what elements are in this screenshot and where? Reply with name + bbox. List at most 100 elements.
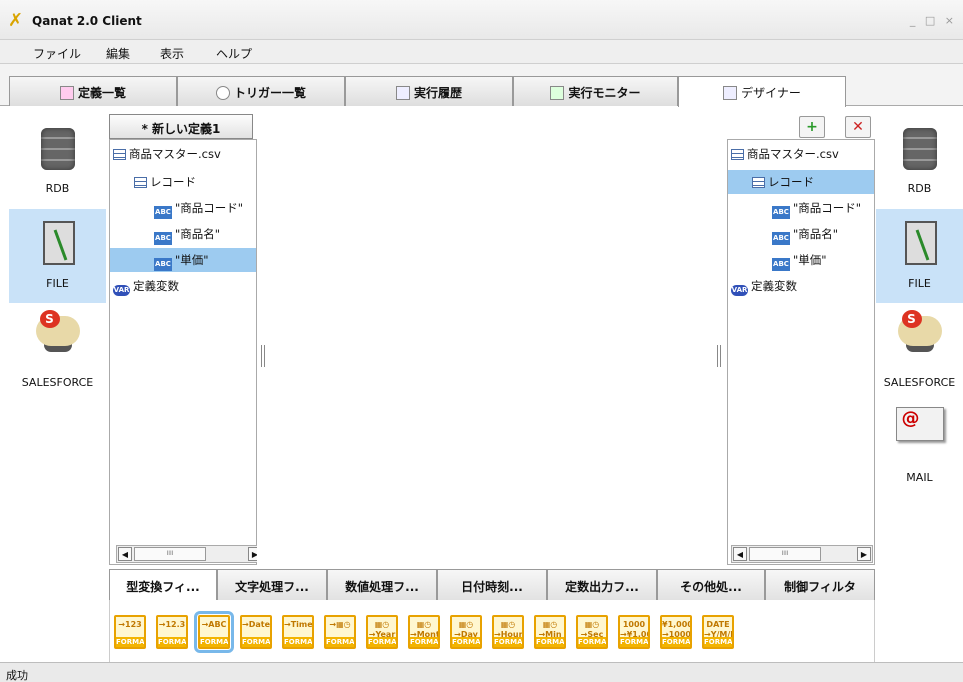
- right-horizontal-scrollbar[interactable]: ◀ IIII ▶: [731, 545, 873, 563]
- format-to-second-item[interactable]: ▦◷ →Sec FORMAT: [576, 615, 608, 649]
- format-item-bottom: FORMAT: [158, 637, 188, 647]
- scroll-left-arrow-icon[interactable]: ◀: [733, 547, 747, 561]
- format-to-minute-item[interactable]: ▦◷ →Min FORMAT: [534, 615, 566, 649]
- scroll-left-arrow-icon[interactable]: ◀: [118, 547, 132, 561]
- window-controls[interactable]: _ □ ×: [910, 14, 957, 27]
- format-to-time-item[interactable]: →Time FORMAT: [282, 615, 314, 649]
- tree-variables-node[interactable]: VAR 定義変数: [728, 274, 874, 298]
- tab-designer[interactable]: デザイナー: [678, 76, 846, 107]
- format-item-bottom: FORMAT: [578, 637, 608, 647]
- tree-field-node[interactable]: ABC "単価": [728, 248, 874, 272]
- right-splitter-handle[interactable]: [717, 345, 721, 367]
- format-from-currency-item[interactable]: ¥1,000 →1000 FORMAT: [660, 615, 692, 649]
- format-to-string-item[interactable]: →ABC FORMAT: [194, 611, 234, 653]
- tree-field-node[interactable]: ABC "商品コード": [110, 196, 256, 220]
- tab-triggers[interactable]: トリガー一覧: [177, 76, 345, 106]
- delete-definition-button[interactable]: ✕: [845, 116, 871, 138]
- format-item-bottom: FORMAT: [704, 637, 734, 647]
- format-date-pattern-item[interactable]: DATE →Y/M/D FORMAT: [702, 615, 734, 649]
- source-label: MAIL: [906, 471, 933, 484]
- format-to-currency-item[interactable]: 1000 →¥1,000FORMAT: [618, 615, 650, 649]
- tree-file-node[interactable]: 商品マスター.csv: [728, 142, 874, 166]
- left-schema-tree: 商品マスター.csv レコード ABC "商品コード" ABC "商品名" ABC "…: [109, 139, 257, 565]
- tab-label: トリガー一覧: [233, 86, 306, 100]
- add-definition-button[interactable]: +: [799, 116, 825, 138]
- tree-label: "単価": [175, 253, 209, 267]
- tree-label: 定義変数: [751, 279, 797, 293]
- tree-variables-node[interactable]: VAR 定義変数: [110, 274, 256, 298]
- tab-datetime-filter[interactable]: 日付時刻...: [437, 569, 547, 600]
- tab-string-filter[interactable]: 文字処理フ...: [217, 569, 327, 600]
- format-to-integer-item[interactable]: →123 FORMAT: [114, 615, 146, 649]
- menu-file[interactable]: ファイル: [33, 45, 81, 62]
- source-rdb[interactable]: RDB: [876, 114, 963, 208]
- tree-label: レコード: [768, 175, 814, 189]
- history-doc-icon: [395, 86, 410, 100]
- tab-label: デザイナー: [741, 86, 801, 100]
- source-salesforce[interactable]: SALESFORCE: [9, 304, 106, 398]
- source-mail[interactable]: MAIL: [876, 399, 963, 493]
- status-bar: 成功: [0, 662, 963, 682]
- tab-definitions[interactable]: 定義一覧: [9, 76, 177, 106]
- scroll-thumb[interactable]: IIII: [749, 547, 821, 561]
- tab-history[interactable]: 実行履歴: [345, 76, 513, 106]
- tree-field-node[interactable]: ABC "商品名": [728, 222, 874, 246]
- menu-view[interactable]: 表示: [160, 45, 184, 62]
- play-icon: [550, 86, 565, 100]
- format-to-month-item[interactable]: ▦◷ →MonthFORMAT: [408, 615, 440, 649]
- format-item-top: →▦◷: [329, 620, 351, 629]
- menu-help[interactable]: ヘルプ: [216, 45, 252, 62]
- tab-number-filter[interactable]: 数値処理フ...: [327, 569, 437, 600]
- abc-field-icon: ABC: [154, 232, 172, 245]
- window-title: Qanat 2.0 Client: [32, 14, 142, 28]
- app-logo-icon: ✗: [8, 10, 24, 31]
- format-item-bottom: FORMAT: [536, 637, 566, 647]
- scroll-right-arrow-icon[interactable]: ▶: [857, 547, 871, 561]
- right-schema-tree: 商品マスター.csv レコード ABC "商品コード" ABC "商品名" ABC "…: [727, 139, 875, 565]
- tree-label: 商品マスター.csv: [747, 147, 839, 161]
- left-splitter-handle[interactable]: [261, 345, 265, 367]
- tab-label: 実行モニター: [568, 86, 641, 100]
- tree-record-node[interactable]: レコード: [110, 170, 256, 194]
- database-icon: [40, 128, 75, 170]
- title-bar: ✗ Qanat 2.0 Client _ □ ×: [0, 0, 963, 40]
- tree-record-node-selected[interactable]: レコード: [728, 170, 874, 194]
- definition-tab[interactable]: * 新しい定義1: [109, 114, 253, 139]
- source-rdb[interactable]: RDB: [9, 114, 106, 208]
- tab-constant-filter[interactable]: 定数出力フ...: [547, 569, 657, 600]
- source-file[interactable]: FILE: [876, 209, 963, 303]
- mapping-canvas[interactable]: [257, 139, 727, 565]
- format-item-bottom: FORMAT: [116, 637, 146, 647]
- tree-field-node[interactable]: ABC "商品名": [110, 222, 256, 246]
- left-horizontal-scrollbar[interactable]: ◀ IIII ▶: [116, 545, 264, 563]
- source-salesforce[interactable]: SALESFORCE: [876, 304, 963, 398]
- abc-field-icon: ABC: [154, 206, 172, 219]
- tree-label: "商品コード": [793, 201, 862, 215]
- tab-control-filter[interactable]: 制御フィルタ: [765, 569, 875, 600]
- clock-icon: [215, 86, 230, 100]
- tab-type-conversion-filter[interactable]: 型変換フィ...: [109, 569, 217, 600]
- format-to-hour-item[interactable]: ▦◷ →Hour FORMAT: [492, 615, 524, 649]
- tree-label: 商品マスター.csv: [129, 147, 221, 161]
- menu-edit[interactable]: 編集: [106, 45, 130, 62]
- source-file[interactable]: FILE: [9, 209, 106, 303]
- abc-field-icon: ABC: [154, 258, 172, 271]
- tab-monitor[interactable]: 実行モニター: [513, 76, 678, 106]
- format-to-year-item[interactable]: ▦◷ →Year FORMAT: [366, 615, 398, 649]
- format-to-date-item[interactable]: →Date FORMAT: [240, 615, 272, 649]
- salesforce-cloud-icon: [35, 310, 80, 346]
- format-item-top: →Time: [284, 620, 313, 629]
- tab-other-filter[interactable]: その他処...: [657, 569, 765, 600]
- tree-label: レコード: [150, 175, 196, 189]
- right-source-panel: RDB FILE SALESFORCE MAIL: [876, 114, 963, 662]
- source-label: SALESFORCE: [883, 376, 956, 389]
- format-to-decimal-item[interactable]: →12.3 FORMAT: [156, 615, 188, 649]
- scroll-thumb[interactable]: IIII: [134, 547, 206, 561]
- abc-field-icon: ABC: [772, 232, 790, 245]
- format-to-datetime-item[interactable]: →▦◷ FORMAT: [324, 615, 356, 649]
- list-doc-icon: [59, 86, 74, 100]
- tree-field-node-selected[interactable]: ABC "単価": [110, 248, 256, 272]
- tree-field-node[interactable]: ABC "商品コード": [728, 196, 874, 220]
- tree-file-node[interactable]: 商品マスター.csv: [110, 142, 256, 166]
- format-to-day-item[interactable]: ▦◷ →Day FORMAT: [450, 615, 482, 649]
